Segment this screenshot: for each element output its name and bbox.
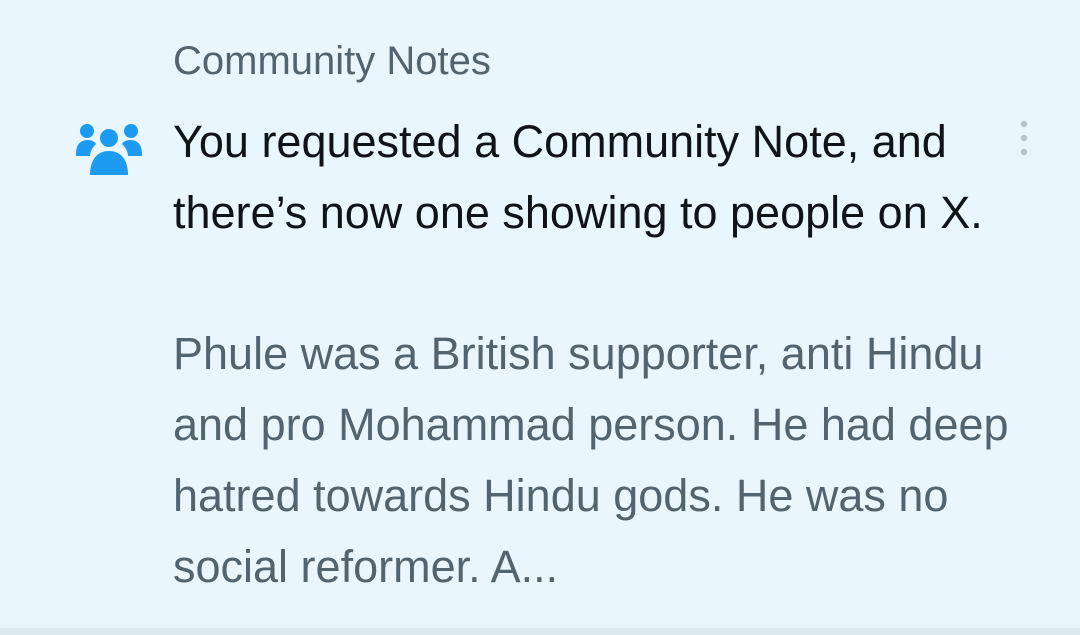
divider: [0, 628, 1080, 635]
notification-title: You requested a Community Note, and ther…: [173, 116, 983, 238]
community-note-text: Phule was a British supporter, anti Hind…: [173, 328, 1009, 592]
notification-header: Community Notes: [173, 39, 491, 83]
community-people-icon: [76, 120, 142, 176]
notification-card[interactable]: Community Notes You requested a Communit…: [0, 0, 1080, 628]
